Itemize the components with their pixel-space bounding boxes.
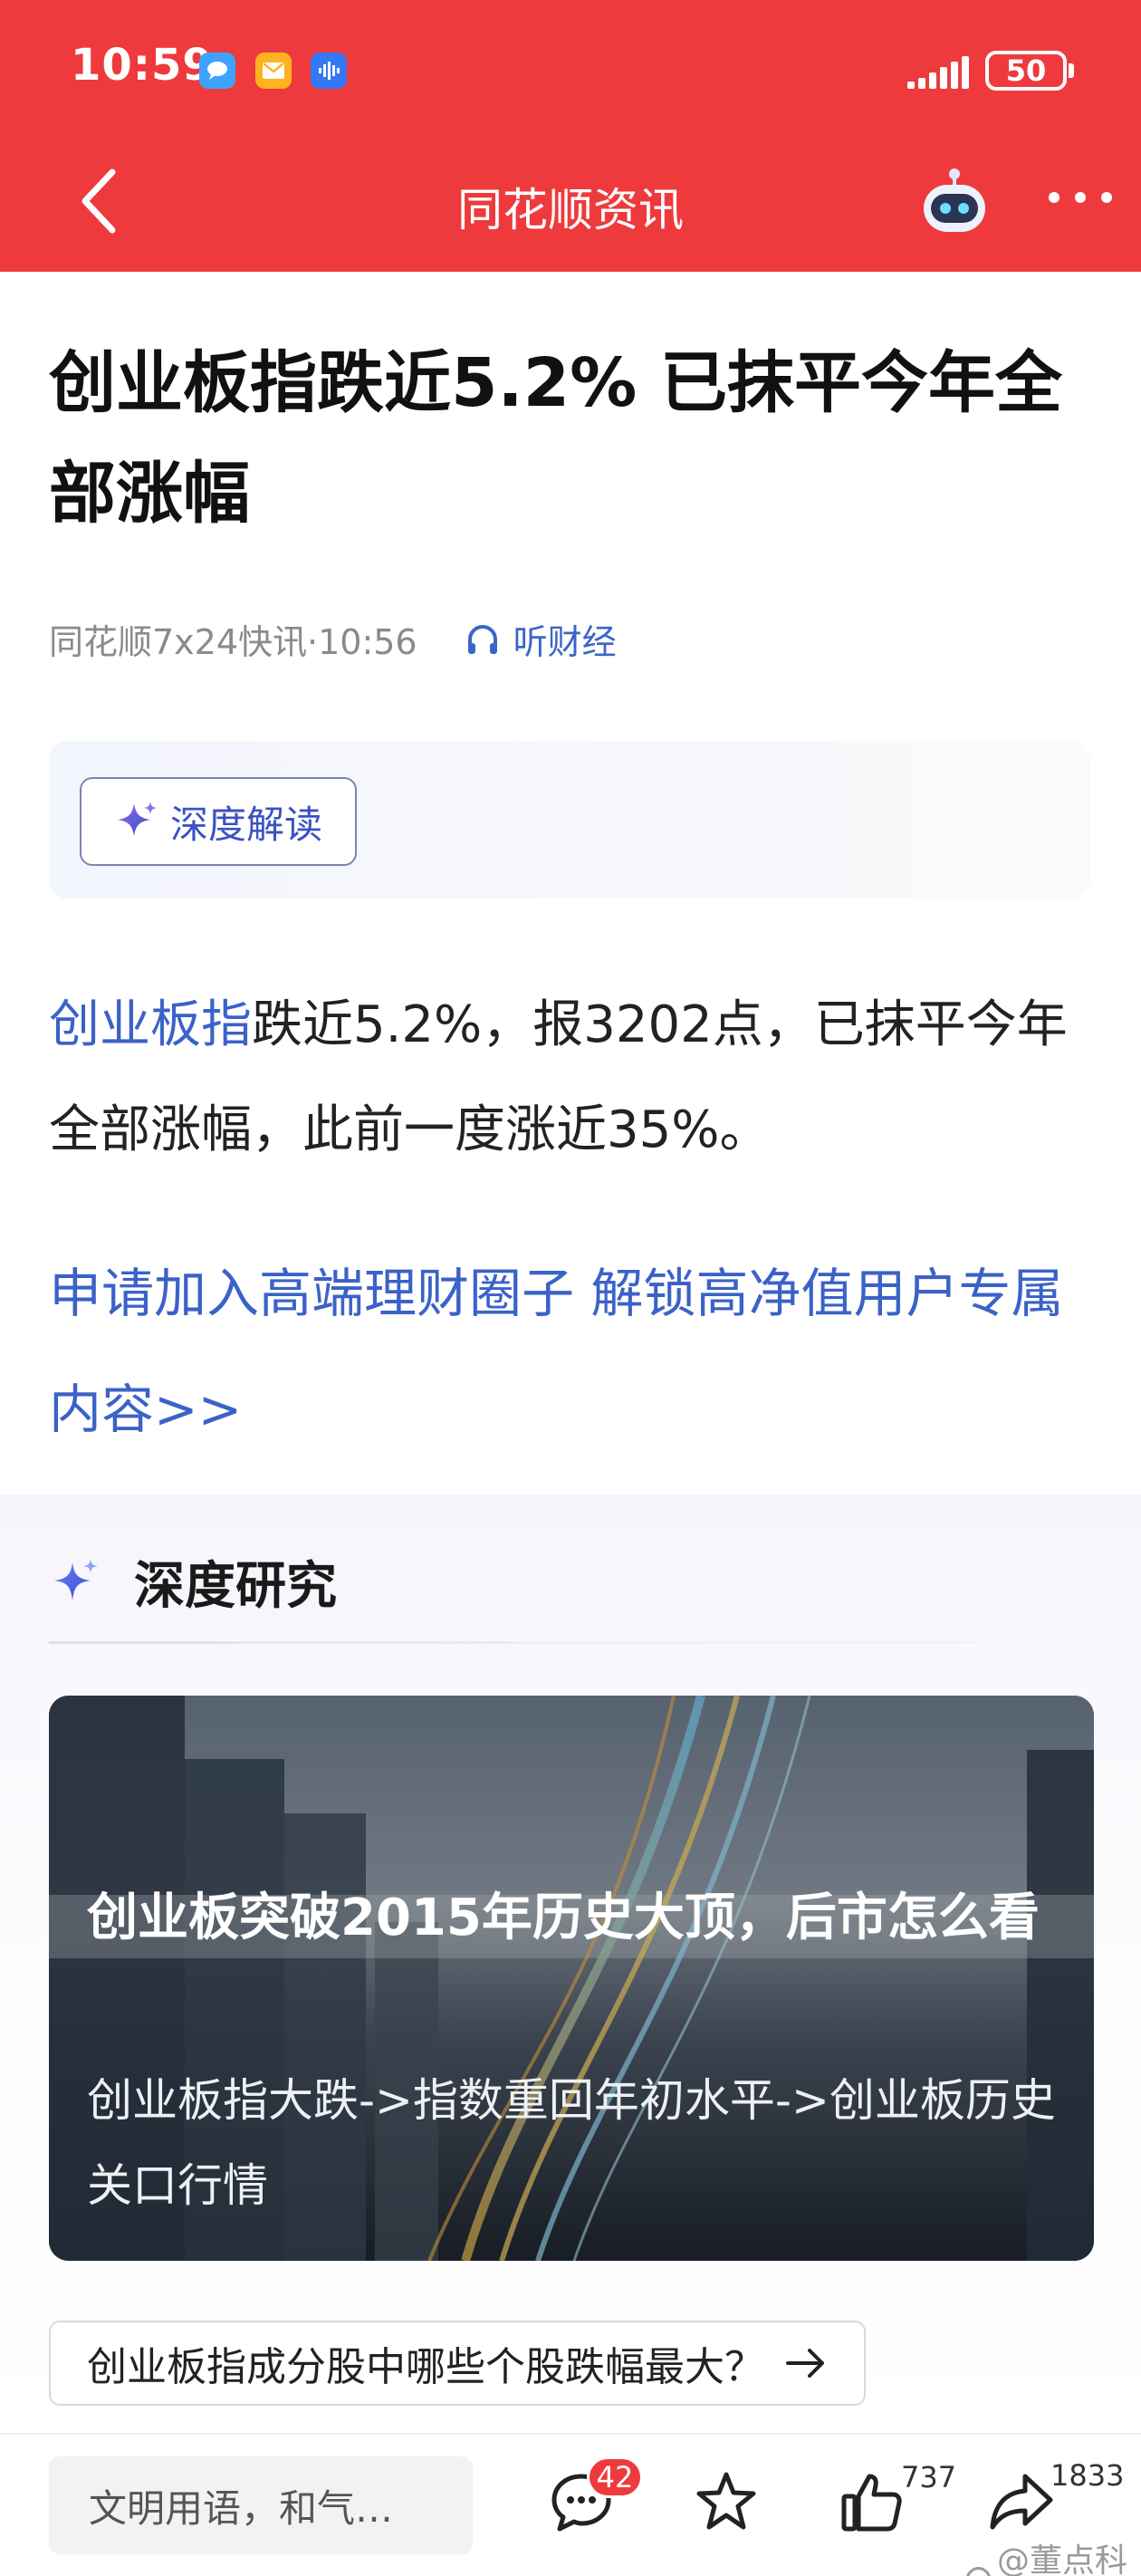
deep-analysis-label: 深度解读 — [169, 802, 322, 847]
article-headline: 创业板指跌近5.2% 已抹平今年全部涨幅 — [49, 344, 1062, 533]
comment-count-badge: 42 — [587, 2456, 643, 2498]
status-time: 10:59 — [71, 40, 214, 91]
nav-bar: 同花顺资讯 — [0, 136, 1141, 272]
chat-icon — [199, 53, 235, 89]
battery-tip — [1069, 63, 1074, 78]
robot-icon — [924, 168, 985, 232]
research-title: 深度研究 — [134, 1557, 337, 1616]
sparkle-icon — [54, 1558, 98, 1600]
arrow-right-icon — [786, 2349, 824, 2378]
signal-icon — [907, 56, 971, 89]
status-bar: 10:59 50 — [0, 0, 1141, 136]
weibo-icon — [965, 2567, 992, 2576]
question-text: 创业板指成分股中哪些个股跌幅最大？ — [87, 2344, 764, 2390]
app-header: 10:59 50 同花顺资讯 — [0, 0, 1141, 272]
index-link[interactable]: 创业板指 — [49, 995, 252, 1054]
sparkle-icon — [117, 802, 157, 836]
deep-analysis-button[interactable]: 深度解读 — [80, 777, 357, 866]
promo-link[interactable]: 申请加入高端理财圈子 解锁高净值用户专属内容>> — [49, 1235, 1108, 1467]
share-button[interactable] — [987, 2467, 1056, 2536]
article-body: 创业板指跌近5.2%，报3202点，已抹平今年全部涨幅，此前一度涨近35%。 — [49, 973, 1099, 1183]
suggested-question[interactable]: 创业板指成分股中哪些个股跌幅最大？ — [49, 2321, 866, 2406]
ai-analysis-box: 深度解读 — [49, 741, 1090, 899]
card-subtitle: 创业板指大跌->指数重回年初水平->创业板历史关口行情 — [87, 2074, 1056, 2212]
section-divider — [49, 1641, 1090, 1644]
star-icon — [696, 2472, 756, 2530]
like-button[interactable] — [837, 2467, 906, 2536]
like-count: 737 — [901, 2460, 957, 2494]
listen-label: 听财经 — [513, 622, 617, 662]
thumbs-up-icon — [841, 2474, 902, 2532]
listen-button[interactable]: 听财经 — [465, 614, 617, 664]
weibo-watermark: @董点科技 — [965, 2534, 1141, 2576]
headphones-icon — [467, 624, 497, 654]
research-card[interactable]: 创业板突破2015年历史大顶，后市怎么看 创业板指大跌->指数重回年初水平->创… — [49, 1696, 1094, 2261]
bottom-action-bar: 文明用语，和气… 42 737 1833 @董点科技 — [0, 2433, 1141, 2576]
share-icon — [990, 2474, 1053, 2530]
watermark-text: @董点科技 — [996, 2542, 1127, 2576]
share-count: 1833 — [1050, 2458, 1125, 2493]
mail-icon — [255, 53, 292, 89]
comment-input[interactable]: 文明用语，和气… — [49, 2456, 473, 2554]
research-header: 深度研究 — [49, 1545, 337, 1619]
favorite-button[interactable] — [692, 2467, 761, 2536]
voice-icon — [311, 53, 347, 89]
article-meta: 同花顺7x24快讯·10:56 听财经 — [49, 614, 617, 664]
card-title: 创业板突破2015年历史大顶，后市怎么看 — [87, 1889, 1040, 1947]
battery-indicator: 50 — [985, 51, 1067, 91]
more-button[interactable] — [1049, 187, 1112, 208]
source-time: 同花顺7x24快讯·10:56 — [49, 622, 417, 662]
ai-assistant-button[interactable] — [916, 163, 992, 239]
